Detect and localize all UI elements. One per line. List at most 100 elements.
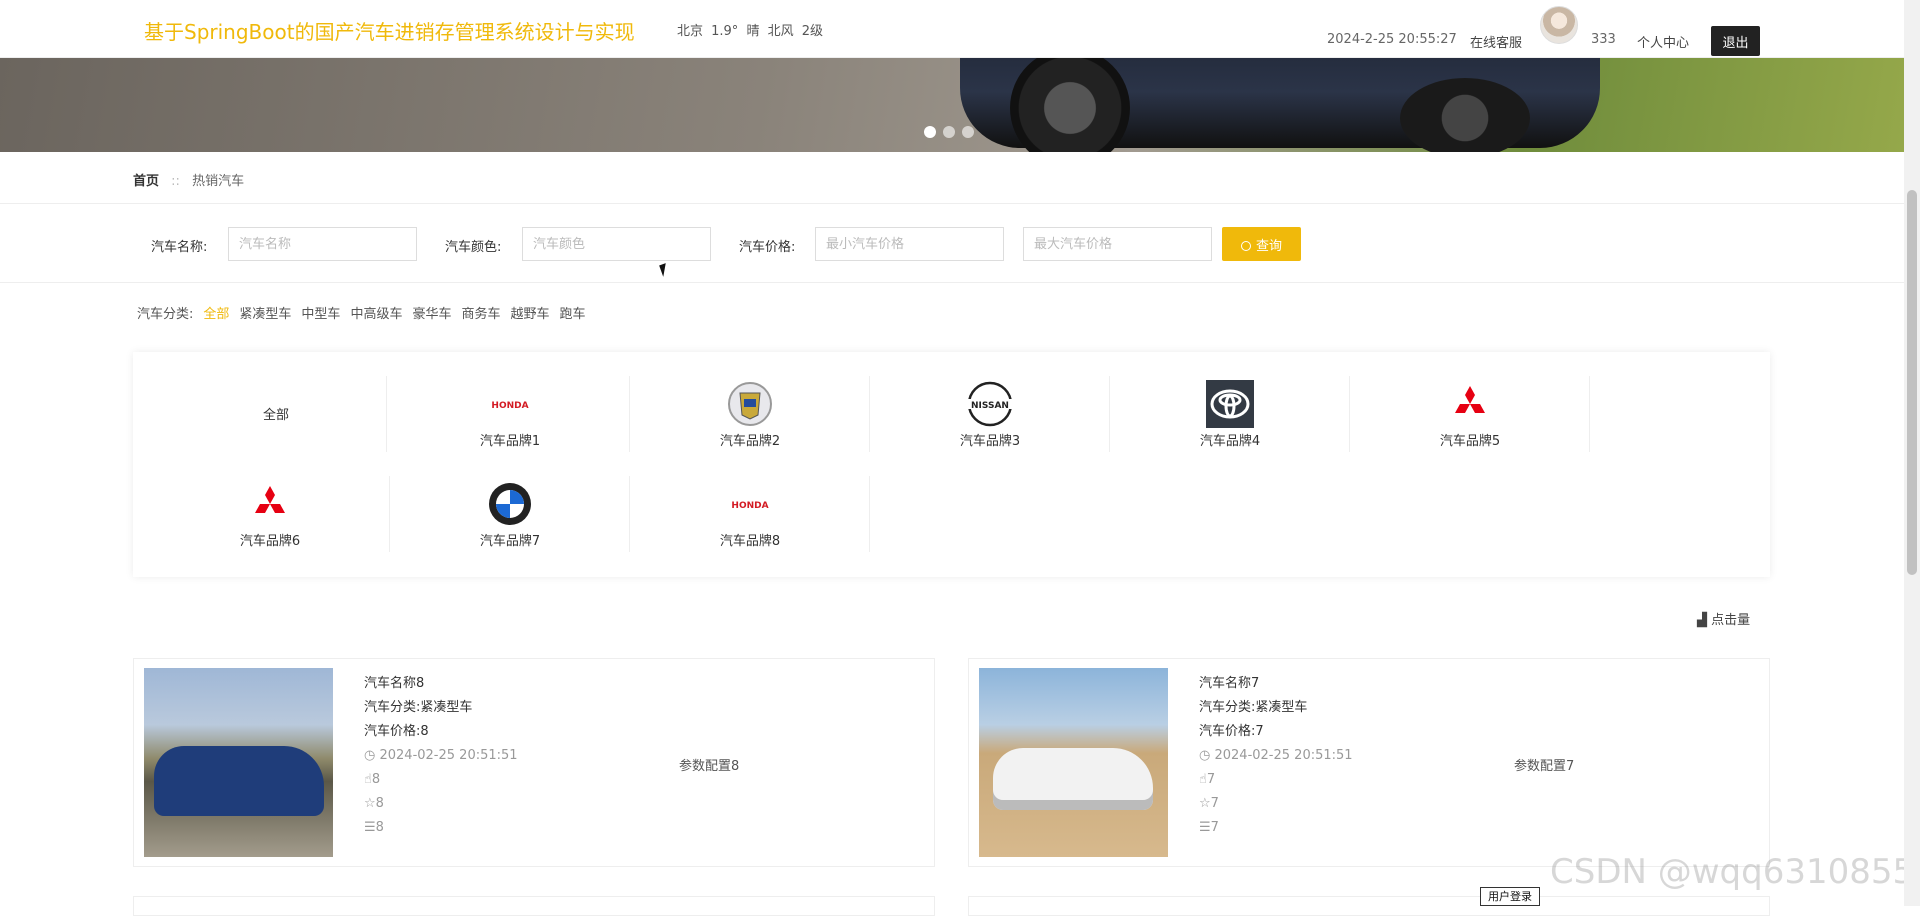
max-price-input[interactable] — [1023, 227, 1212, 261]
divider — [0, 203, 1904, 204]
site-title[interactable]: 基于SpringBoot的国产汽车进销存管理系统设计与实现 — [144, 16, 635, 45]
product-card[interactable] — [968, 896, 1770, 916]
category-item[interactable]: 越野车 — [510, 303, 549, 322]
brand-name: 汽车品牌7 — [479, 534, 541, 549]
username: 333 — [1591, 32, 1616, 47]
brand-item[interactable]: 汽车品牌4 — [1111, 376, 1350, 452]
product-param: 参数配置8 — [679, 759, 740, 774]
car-name-label: 汽车名称: — [151, 240, 208, 255]
honda-logo-icon: HONDA — [726, 480, 774, 528]
brand-item[interactable]: HONDA 汽车品牌1 — [391, 376, 630, 452]
clock-icon: ◷ — [364, 748, 380, 763]
sort-by-clicks[interactable]: ▟ 点击量 — [1697, 609, 1750, 628]
product-name: 汽车名称8 — [364, 676, 425, 691]
category-item[interactable]: 商务车 — [461, 303, 500, 322]
brand-item[interactable]: NISSAN 汽车品牌3 — [871, 376, 1110, 452]
breadcrumb-separator: :: — [171, 174, 180, 189]
mitsubishi-logo-icon — [1446, 380, 1494, 428]
carousel-dot-2[interactable] — [943, 126, 955, 138]
brand-item-all[interactable]: 全部 — [166, 376, 387, 452]
car-color-input[interactable] — [522, 227, 711, 261]
product-likes: 7 — [1206, 772, 1216, 787]
banner-wheel — [1400, 78, 1530, 152]
category-filter: 汽车分类: 全部 紧凑型车 中型车 中高级车 豪华车 商务车 越野车 跑车 — [137, 303, 586, 322]
product-comments: 7 — [1210, 820, 1219, 835]
breadcrumb: 首页 :: 热销汽车 — [133, 170, 244, 189]
category-label: 汽车分类: — [137, 307, 194, 322]
honda-logo-text: HONDA — [491, 401, 528, 411]
car-price-label: 汽车价格: — [739, 240, 796, 255]
online-service-link[interactable]: 在线客服 — [1470, 32, 1522, 51]
honda-logo-icon: HONDA — [486, 380, 534, 428]
search-button[interactable]: 查询 — [1222, 227, 1301, 261]
product-price: 汽车价格:7 — [1199, 724, 1264, 739]
car-shape — [154, 746, 324, 816]
honda-logo-text: HONDA — [731, 501, 768, 511]
page-scrollbar[interactable] — [1904, 0, 1920, 906]
category-item[interactable]: 中高级车 — [350, 303, 402, 322]
breadcrumb-home[interactable]: 首页 — [133, 174, 159, 189]
logout-button[interactable]: 退出 — [1711, 26, 1760, 56]
mouse-cursor — [659, 263, 670, 277]
mitsubishi-logo-icon — [246, 480, 294, 528]
current-datetime: 2024-2-25 20:55:27 — [1327, 32, 1457, 47]
product-image[interactable] — [144, 668, 333, 857]
product-favorites: 8 — [375, 796, 384, 811]
brand-name: 汽车品牌3 — [959, 434, 1021, 449]
brand-item[interactable]: 汽车品牌2 — [631, 376, 870, 452]
scrollbar-thumb[interactable] — [1907, 190, 1917, 575]
product-info: 汽车名称7 汽车分类:紧凑型车 汽车价格:7 ◷ 2024-02-25 20:5… — [1199, 672, 1353, 840]
brand-name: 汽车品牌1 — [479, 434, 541, 449]
user-login-button[interactable]: 用户登录 — [1480, 887, 1540, 906]
brand-item[interactable]: 汽车品牌6 — [151, 476, 390, 552]
comment-icon: ☰ — [1199, 820, 1211, 835]
product-category: 汽车分类:紧凑型车 — [364, 700, 473, 715]
personal-center-link[interactable]: 个人中心 — [1637, 32, 1689, 51]
category-item[interactable]: 豪华车 — [412, 303, 451, 322]
brand-item[interactable]: 汽车品牌7 — [391, 476, 630, 552]
search-button-label: 查询 — [1255, 237, 1282, 253]
brand-grid: 全部 HONDA 汽车品牌1 汽车品牌2 NISSAN 汽车品牌3 汽车品牌4 … — [133, 352, 1770, 577]
product-comments: 8 — [375, 820, 384, 835]
brand-name: 汽车品牌8 — [719, 534, 781, 549]
category-item[interactable]: 中型车 — [301, 303, 340, 322]
brand-item[interactable]: HONDA 汽车品牌8 — [631, 476, 870, 552]
comment-icon: ☰ — [364, 820, 376, 835]
category-item[interactable]: 全部 — [203, 303, 229, 322]
bmw-logo-icon — [486, 480, 534, 528]
product-card[interactable] — [133, 896, 935, 916]
brand-name: 汽车品牌5 — [1439, 434, 1501, 449]
cadillac-logo-icon — [726, 380, 774, 428]
car-name-input[interactable] — [228, 227, 417, 261]
avatar[interactable] — [1540, 6, 1578, 44]
nissan-logo-icon: NISSAN — [966, 380, 1014, 428]
category-item[interactable]: 紧凑型车 — [239, 303, 291, 322]
car-color-label: 汽车颜色: — [445, 240, 502, 255]
banner-wheel — [1010, 58, 1130, 152]
product-date: 2024-02-25 20:51:51 — [379, 748, 518, 763]
brand-item[interactable]: 汽车品牌5 — [1351, 376, 1590, 452]
top-header: 基于SpringBoot的国产汽车进销存管理系统设计与实现 北京 1.9° 晴 … — [0, 0, 1904, 58]
product-card[interactable]: 汽车名称8 汽车分类:紧凑型车 汽车价格:8 ◷ 2024-02-25 20:5… — [133, 658, 935, 867]
carousel-dot-3[interactable] — [962, 126, 974, 138]
divider — [0, 282, 1904, 283]
category-item[interactable]: 跑车 — [560, 303, 586, 322]
brand-name: 汽车品牌6 — [239, 534, 301, 549]
thumbs-up-icon: ☝ — [364, 772, 372, 787]
product-param: 参数配置7 — [1514, 759, 1575, 774]
nissan-logo-text: NISSAN — [971, 401, 1009, 411]
car-shape — [993, 748, 1153, 810]
star-icon: ☆ — [364, 796, 376, 811]
chart-icon: ▟ — [1697, 613, 1707, 628]
product-date: 2024-02-25 20:51:51 — [1214, 748, 1353, 763]
toyota-logo-icon — [1206, 380, 1254, 428]
brand-name: 汽车品牌2 — [719, 434, 781, 449]
product-info: 汽车名称8 汽车分类:紧凑型车 汽车价格:8 ◷ 2024-02-25 20:5… — [364, 672, 518, 840]
brand-name: 全部 — [262, 408, 289, 423]
carousel-dot-1[interactable] — [924, 126, 936, 138]
min-price-input[interactable] — [815, 227, 1004, 261]
product-card[interactable]: 汽车名称7 汽车分类:紧凑型车 汽车价格:7 ◷ 2024-02-25 20:5… — [968, 658, 1770, 867]
clock-icon: ◷ — [1199, 748, 1215, 763]
product-image[interactable] — [979, 668, 1168, 857]
carousel-indicators — [924, 126, 974, 138]
